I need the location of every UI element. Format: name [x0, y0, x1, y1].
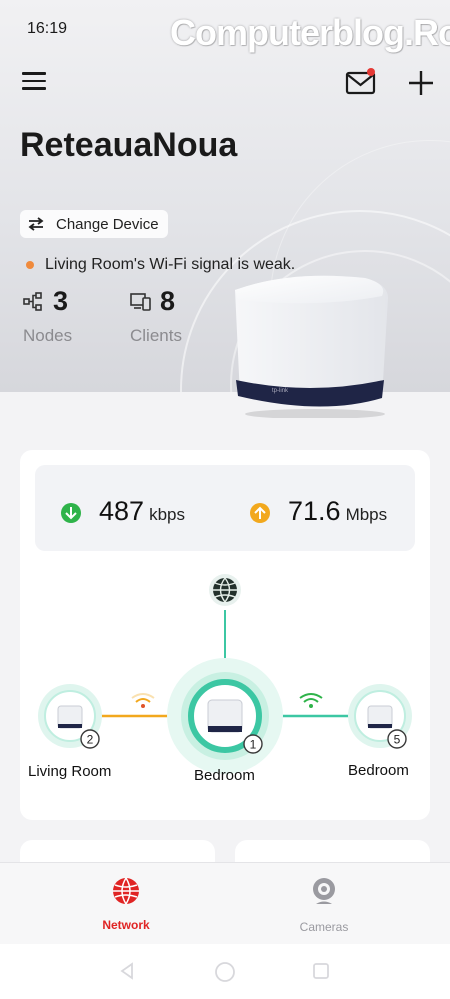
node-label-bedroom-2: Bedroom	[348, 762, 409, 779]
download-speed: 487 kbps	[61, 496, 185, 527]
notification-dot	[367, 68, 375, 76]
system-nav-bar	[0, 944, 450, 999]
menu-icon	[22, 72, 46, 75]
globe-icon[interactable]	[209, 574, 241, 606]
status-time: 16:19	[27, 20, 68, 37]
clients-count: 8	[160, 286, 176, 316]
tab-network[interactable]: Network	[66, 877, 186, 932]
svg-text:tp-link: tp-link	[272, 388, 289, 394]
node-badge-bedroom-main: 1	[250, 738, 257, 752]
network-card: 487 kbps 71.6 Mbps 2 1 5 Living Room Bed…	[20, 450, 430, 820]
plus-icon[interactable]	[408, 70, 434, 96]
nodes-count: 3	[53, 286, 69, 316]
node-bedroom-2[interactable]	[348, 684, 412, 749]
nodes-icon	[23, 292, 42, 311]
node-badge-bedroom-2: 5	[394, 733, 401, 747]
upload-speed: 71.6 Mbps	[250, 496, 387, 527]
node-label-living-room: Living Room	[28, 763, 112, 780]
speed-panel[interactable]: 487 kbps 71.6 Mbps	[35, 465, 415, 551]
back-icon[interactable]	[118, 962, 136, 980]
node-label-bedroom-main: Bedroom	[194, 767, 255, 784]
change-device-label: Change Device	[56, 215, 159, 233]
home-icon[interactable]	[214, 961, 236, 983]
network-name: ReteauaNoua	[20, 126, 238, 164]
tab-network-label: Network	[102, 918, 150, 932]
network-globe-icon	[113, 877, 139, 905]
deco-device-image: tp-link	[235, 275, 388, 418]
bottom-nav: Network Cameras	[0, 862, 450, 944]
camera-icon	[313, 878, 335, 904]
upload-value: 71.6	[288, 496, 341, 526]
node-bedroom-main[interactable]	[167, 658, 283, 774]
swap-icon	[28, 217, 44, 231]
change-device-button[interactable]: Change Device	[20, 210, 168, 238]
upload-arrow-icon	[250, 503, 270, 523]
download-value: 487	[99, 496, 145, 526]
tab-cameras-label: Cameras	[299, 920, 349, 934]
watermark: Computerblog.Ro	[170, 12, 450, 53]
node-badge-living-room: 2	[87, 733, 94, 747]
recents-icon[interactable]	[312, 962, 330, 980]
warning-dot	[26, 261, 34, 269]
clients-label: Clients	[130, 326, 182, 345]
upload-unit: Mbps	[345, 505, 388, 524]
clients-icon	[130, 293, 151, 311]
download-unit: kbps	[149, 505, 185, 524]
wifi-strong-icon	[299, 693, 323, 708]
menu-button[interactable]	[22, 72, 46, 92]
download-arrow-icon	[61, 503, 81, 523]
nodes-label: Nodes	[23, 326, 73, 345]
wifi-weak-icon	[131, 693, 155, 708]
tab-cameras[interactable]: Cameras	[264, 877, 384, 934]
